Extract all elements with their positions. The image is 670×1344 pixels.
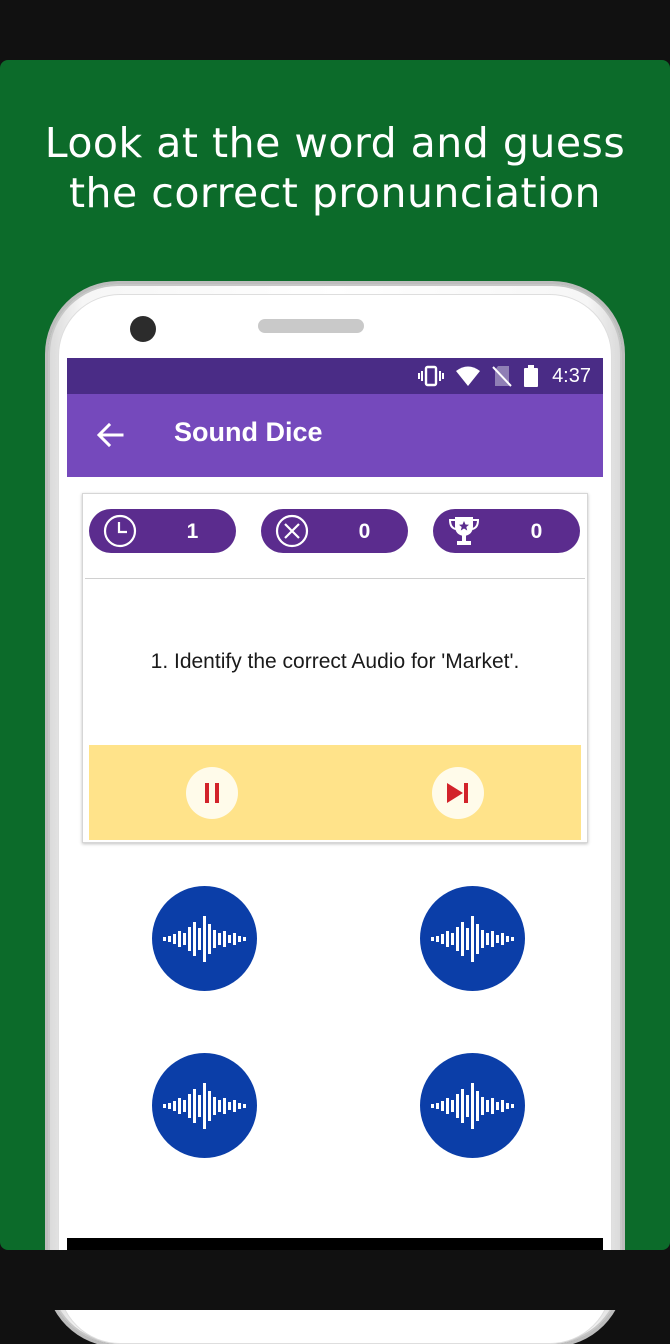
clock-icon xyxy=(103,514,137,548)
bottom-letterbox xyxy=(0,1250,670,1310)
wifi-icon xyxy=(456,366,481,386)
pause-button[interactable] xyxy=(186,767,238,819)
no-sim-icon xyxy=(492,366,512,387)
status-bar: 4:37 xyxy=(67,358,603,394)
wrong-stat: 0 xyxy=(261,509,408,553)
headline-line-2: the correct pronunciation xyxy=(68,169,602,217)
app-bar: Sound Dice xyxy=(67,394,603,477)
audio-option-3[interactable] xyxy=(152,1053,257,1158)
navigation-bar xyxy=(67,1238,603,1250)
audio-option-4[interactable] xyxy=(420,1053,525,1158)
x-circle-icon xyxy=(275,514,309,548)
score-value: 0 xyxy=(530,520,543,543)
headline-line-1: Look at the word and guess xyxy=(44,119,626,167)
next-button[interactable] xyxy=(432,767,484,819)
sound-wave-icon xyxy=(162,915,246,962)
arrow-left-icon xyxy=(96,423,124,447)
trophy-icon xyxy=(448,517,480,545)
vibrate-icon xyxy=(418,365,445,387)
score-stat: 0 xyxy=(433,509,580,553)
back-button[interactable] xyxy=(93,418,127,452)
question-card: 1 0 0 1. Identify the correct Audio for … xyxy=(82,493,588,843)
speaker-grille xyxy=(258,319,364,333)
camera-icon xyxy=(130,316,156,342)
status-time: 4:37 xyxy=(552,364,591,387)
battery-icon xyxy=(524,365,539,387)
app-title: Sound Dice xyxy=(174,417,323,447)
sound-wave-icon xyxy=(430,1082,514,1129)
sound-wave-icon xyxy=(430,915,514,962)
phone-screen: 4:37 Sound Dice 1 0 0 1. Identify the co… xyxy=(67,358,603,1250)
promo-headline: Look at the word and guess the correct p… xyxy=(0,118,670,218)
question-text: 1. Identify the correct Audio for 'Marke… xyxy=(150,650,520,673)
audio-control-bar xyxy=(89,745,581,840)
divider xyxy=(85,578,585,579)
wrong-value: 0 xyxy=(358,520,371,543)
audio-option-2[interactable] xyxy=(420,886,525,991)
audio-option-1[interactable] xyxy=(152,886,257,991)
skip-next-icon xyxy=(447,783,468,803)
pause-icon xyxy=(205,783,219,803)
timer-stat: 1 xyxy=(89,509,236,553)
timer-value: 1 xyxy=(186,520,199,543)
sound-wave-icon xyxy=(162,1082,246,1129)
